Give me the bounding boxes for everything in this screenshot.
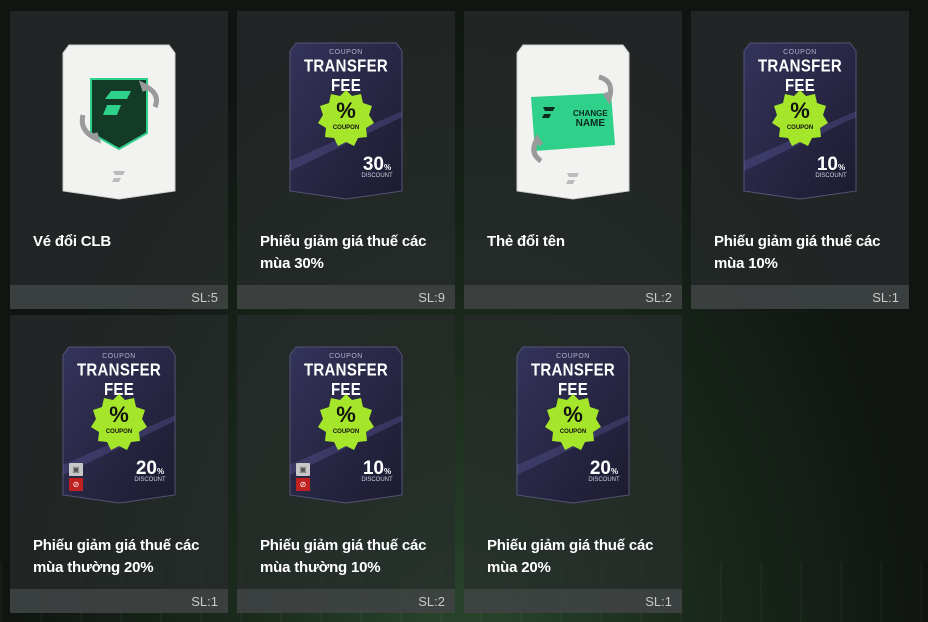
coupon-card: COUPON TRANSFER FEE % COUPON ▣ ⊘ 20% DIS… <box>61 345 177 505</box>
card-label: CHANGE NAME <box>573 109 608 129</box>
lock-icon: ▣ <box>69 463 83 476</box>
badge-percent: % <box>790 98 810 123</box>
restriction-icons: ▣ ⊘ <box>296 463 310 491</box>
coupon-badge-icon: % COUPON <box>316 88 376 148</box>
item-quantity: SL:5 <box>191 290 218 305</box>
item-quantity: SL:1 <box>645 594 672 609</box>
coupon-badge-icon: % COUPON <box>543 392 603 452</box>
no-trade-icon: ⊘ <box>296 478 310 491</box>
item-quantity: SL:1 <box>191 594 218 609</box>
discount: 10% DISCOUNT <box>813 154 849 179</box>
badge-percent: % <box>336 402 356 427</box>
badge-percent: % <box>336 98 356 123</box>
item-tile-coupon-10[interactable]: COUPON TRANSFER FEE % COUPON 10% DISCOUN… <box>691 11 909 309</box>
card-text-2: NAME <box>575 118 606 129</box>
item-art: COUPON TRANSFER FEE % COUPON ▣ ⊘ 10% DIS… <box>237 315 455 550</box>
club-ticket-card <box>61 41 177 201</box>
lock-icon: ▣ <box>296 463 310 476</box>
coupon-label: COUPON <box>102 353 136 360</box>
discount-unit: % <box>384 163 392 172</box>
item-art: COUPON TRANSFER FEE % COUPON 30% DISCOUN… <box>237 11 455 246</box>
badge-text: COUPON <box>332 429 360 435</box>
item-name: Vé đổi CLB <box>33 233 112 250</box>
coupon-label: COUPON <box>783 49 817 56</box>
coupon-card: COUPON TRANSFER FEE % COUPON 30% DISCOUN… <box>288 41 404 201</box>
restriction-icons: ▣ ⊘ <box>69 463 83 491</box>
no-trade-icon: ⊘ <box>69 478 83 491</box>
item-tile-name-change[interactable]: CHANGE NAME Thẻ đổi tên SL:2 <box>464 11 682 309</box>
discount-label: DISCOUNT <box>588 477 620 483</box>
discount-value: 10 <box>816 154 838 175</box>
item-name: Phiếu giảm giá thuế các mùa 20% <box>487 537 654 576</box>
coupon-badge-icon: % COUPON <box>89 392 149 452</box>
discount-unit: % <box>157 467 165 476</box>
discount-unit: % <box>838 163 846 172</box>
item-art: COUPON TRANSFER FEE % COUPON 10% DISCOUN… <box>691 11 909 246</box>
item-art: CHANGE NAME <box>464 11 682 246</box>
coupon-card: COUPON TRANSFER FEE % COUPON 20% DISCOUN… <box>515 345 631 505</box>
item-quantity: SL:2 <box>418 594 445 609</box>
discount-unit: % <box>384 467 392 476</box>
item-tile-coupon-normal-20[interactable]: COUPON TRANSFER FEE % COUPON ▣ ⊘ 20% DIS… <box>10 315 228 613</box>
item-name: Phiếu giảm giá thuế các mùa 30% <box>260 233 427 272</box>
coupon-label: COUPON <box>329 353 363 360</box>
discount-label: DISCOUNT <box>361 477 393 483</box>
item-quantity: SL:2 <box>645 290 672 305</box>
discount-label: DISCOUNT <box>361 173 393 179</box>
badge-text: COUPON <box>559 429 587 435</box>
discount: 20% DISCOUNT <box>132 458 168 483</box>
item-tile-coupon-normal-10[interactable]: COUPON TRANSFER FEE % COUPON ▣ ⊘ 10% DIS… <box>237 315 455 613</box>
discount-value: 30 <box>362 154 384 175</box>
name-change-card: CHANGE NAME <box>515 41 631 201</box>
badge-text: COUPON <box>105 429 133 435</box>
discount-unit: % <box>611 467 619 476</box>
badge-percent: % <box>563 402 583 427</box>
item-quantity: SL:1 <box>872 290 899 305</box>
coupon-badge-icon: % COUPON <box>770 88 830 148</box>
item-name: Phiếu giảm giá thuế các mùa 10% <box>714 233 881 272</box>
item-name: Phiếu giảm giá thuế các mùa thường 20% <box>33 537 200 576</box>
coupon-badge-icon: % COUPON <box>316 392 376 452</box>
discount-value: 20 <box>135 458 157 479</box>
item-tile-coupon-30[interactable]: COUPON TRANSFER FEE % COUPON 30% DISCOUN… <box>237 11 455 309</box>
item-art <box>10 11 228 246</box>
discount: 10% DISCOUNT <box>359 458 395 483</box>
badge-text: COUPON <box>332 125 360 131</box>
coupon-card: COUPON TRANSFER FEE % COUPON 10% DISCOUN… <box>742 41 858 201</box>
badge-text: COUPON <box>786 125 814 131</box>
discount-value: 20 <box>589 458 611 479</box>
coupon-label: COUPON <box>329 49 363 56</box>
badge-percent: % <box>109 402 129 427</box>
discount-label: DISCOUNT <box>134 477 166 483</box>
coupon-label: COUPON <box>556 353 590 360</box>
discount: 20% DISCOUNT <box>586 458 622 483</box>
item-name: Phiếu giảm giá thuế các mùa thường 10% <box>260 537 427 576</box>
item-grid: Vé đổi CLB SL:5 COUPON TRANSFER FEE % CO… <box>10 11 909 613</box>
coupon-card: COUPON TRANSFER FEE % COUPON ▣ ⊘ 10% DIS… <box>288 345 404 505</box>
item-tile-coupon-20[interactable]: COUPON TRANSFER FEE % COUPON 20% DISCOUN… <box>464 315 682 613</box>
discount-value: 10 <box>362 458 384 479</box>
item-tile-club-ticket[interactable]: Vé đổi CLB SL:5 <box>10 11 228 309</box>
discount: 30% DISCOUNT <box>359 154 395 179</box>
item-art: COUPON TRANSFER FEE % COUPON 20% DISCOUN… <box>464 315 682 550</box>
item-name: Thẻ đổi tên <box>487 233 565 250</box>
item-quantity: SL:9 <box>418 290 445 305</box>
discount-label: DISCOUNT <box>815 173 847 179</box>
item-art: COUPON TRANSFER FEE % COUPON ▣ ⊘ 20% DIS… <box>10 315 228 550</box>
